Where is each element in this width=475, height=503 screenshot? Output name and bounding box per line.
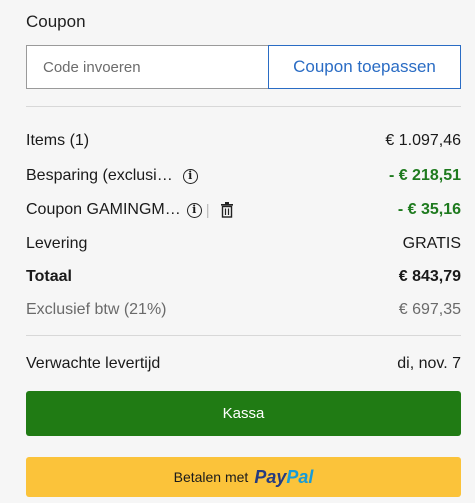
savings-value: - € 218,51 (388, 167, 461, 184)
delivery-estimate-row: Verwachte levertijd di, nov. 7 (26, 353, 461, 375)
items-value: € 1.097,46 (385, 132, 461, 149)
trash-icon[interactable] (220, 202, 234, 218)
items-label: Items (1) (26, 132, 90, 149)
total-value: € 843,79 (398, 268, 461, 285)
info-icon[interactable]: i (186, 202, 202, 218)
coupon-line-label: Coupon GAMINGM… (26, 201, 181, 218)
summary-row-total: Totaal € 843,79 (26, 266, 461, 288)
divider (26, 106, 461, 107)
summary-row-coupon: Coupon GAMINGM… i | - € 35,16 (26, 199, 461, 221)
separator: | (205, 201, 210, 219)
apply-coupon-button[interactable]: Coupon toepassen (268, 45, 461, 89)
summary-row-vat: Exclusief btw (21%) € 697,35 (26, 299, 461, 321)
savings-label: Besparing (exclusi… (26, 167, 173, 184)
vat-value: € 697,35 (398, 301, 461, 318)
delivery-estimate-label: Verwachte levertijd (26, 355, 161, 372)
coupon-discount-value: - € 35,16 (397, 201, 461, 218)
coupon-row: Coupon toepassen (26, 45, 461, 89)
summary-row-items: Items (1) € 1.097,46 (26, 130, 461, 152)
delivery-value: GRATIS (402, 235, 461, 252)
vat-label: Exclusief btw (21%) (26, 301, 167, 318)
paypal-logo: PayPal (254, 466, 314, 487)
paypal-button[interactable]: Betalen met PayPal (26, 457, 461, 497)
checkout-button[interactable]: Kassa (26, 391, 461, 436)
paypal-prefix: Betalen met (173, 469, 249, 485)
summary-row-savings: Besparing (exclusi… i - € 218,51 (26, 165, 461, 187)
delivery-estimate-value: di, nov. 7 (397, 355, 461, 372)
coupon-code-input[interactable] (26, 45, 268, 89)
divider (26, 335, 461, 336)
info-icon[interactable]: i (182, 168, 198, 184)
summary-row-delivery: Levering GRATIS (26, 233, 461, 255)
total-label: Totaal (26, 268, 72, 285)
coupon-title: Coupon (26, 12, 86, 31)
delivery-label: Levering (26, 235, 88, 252)
